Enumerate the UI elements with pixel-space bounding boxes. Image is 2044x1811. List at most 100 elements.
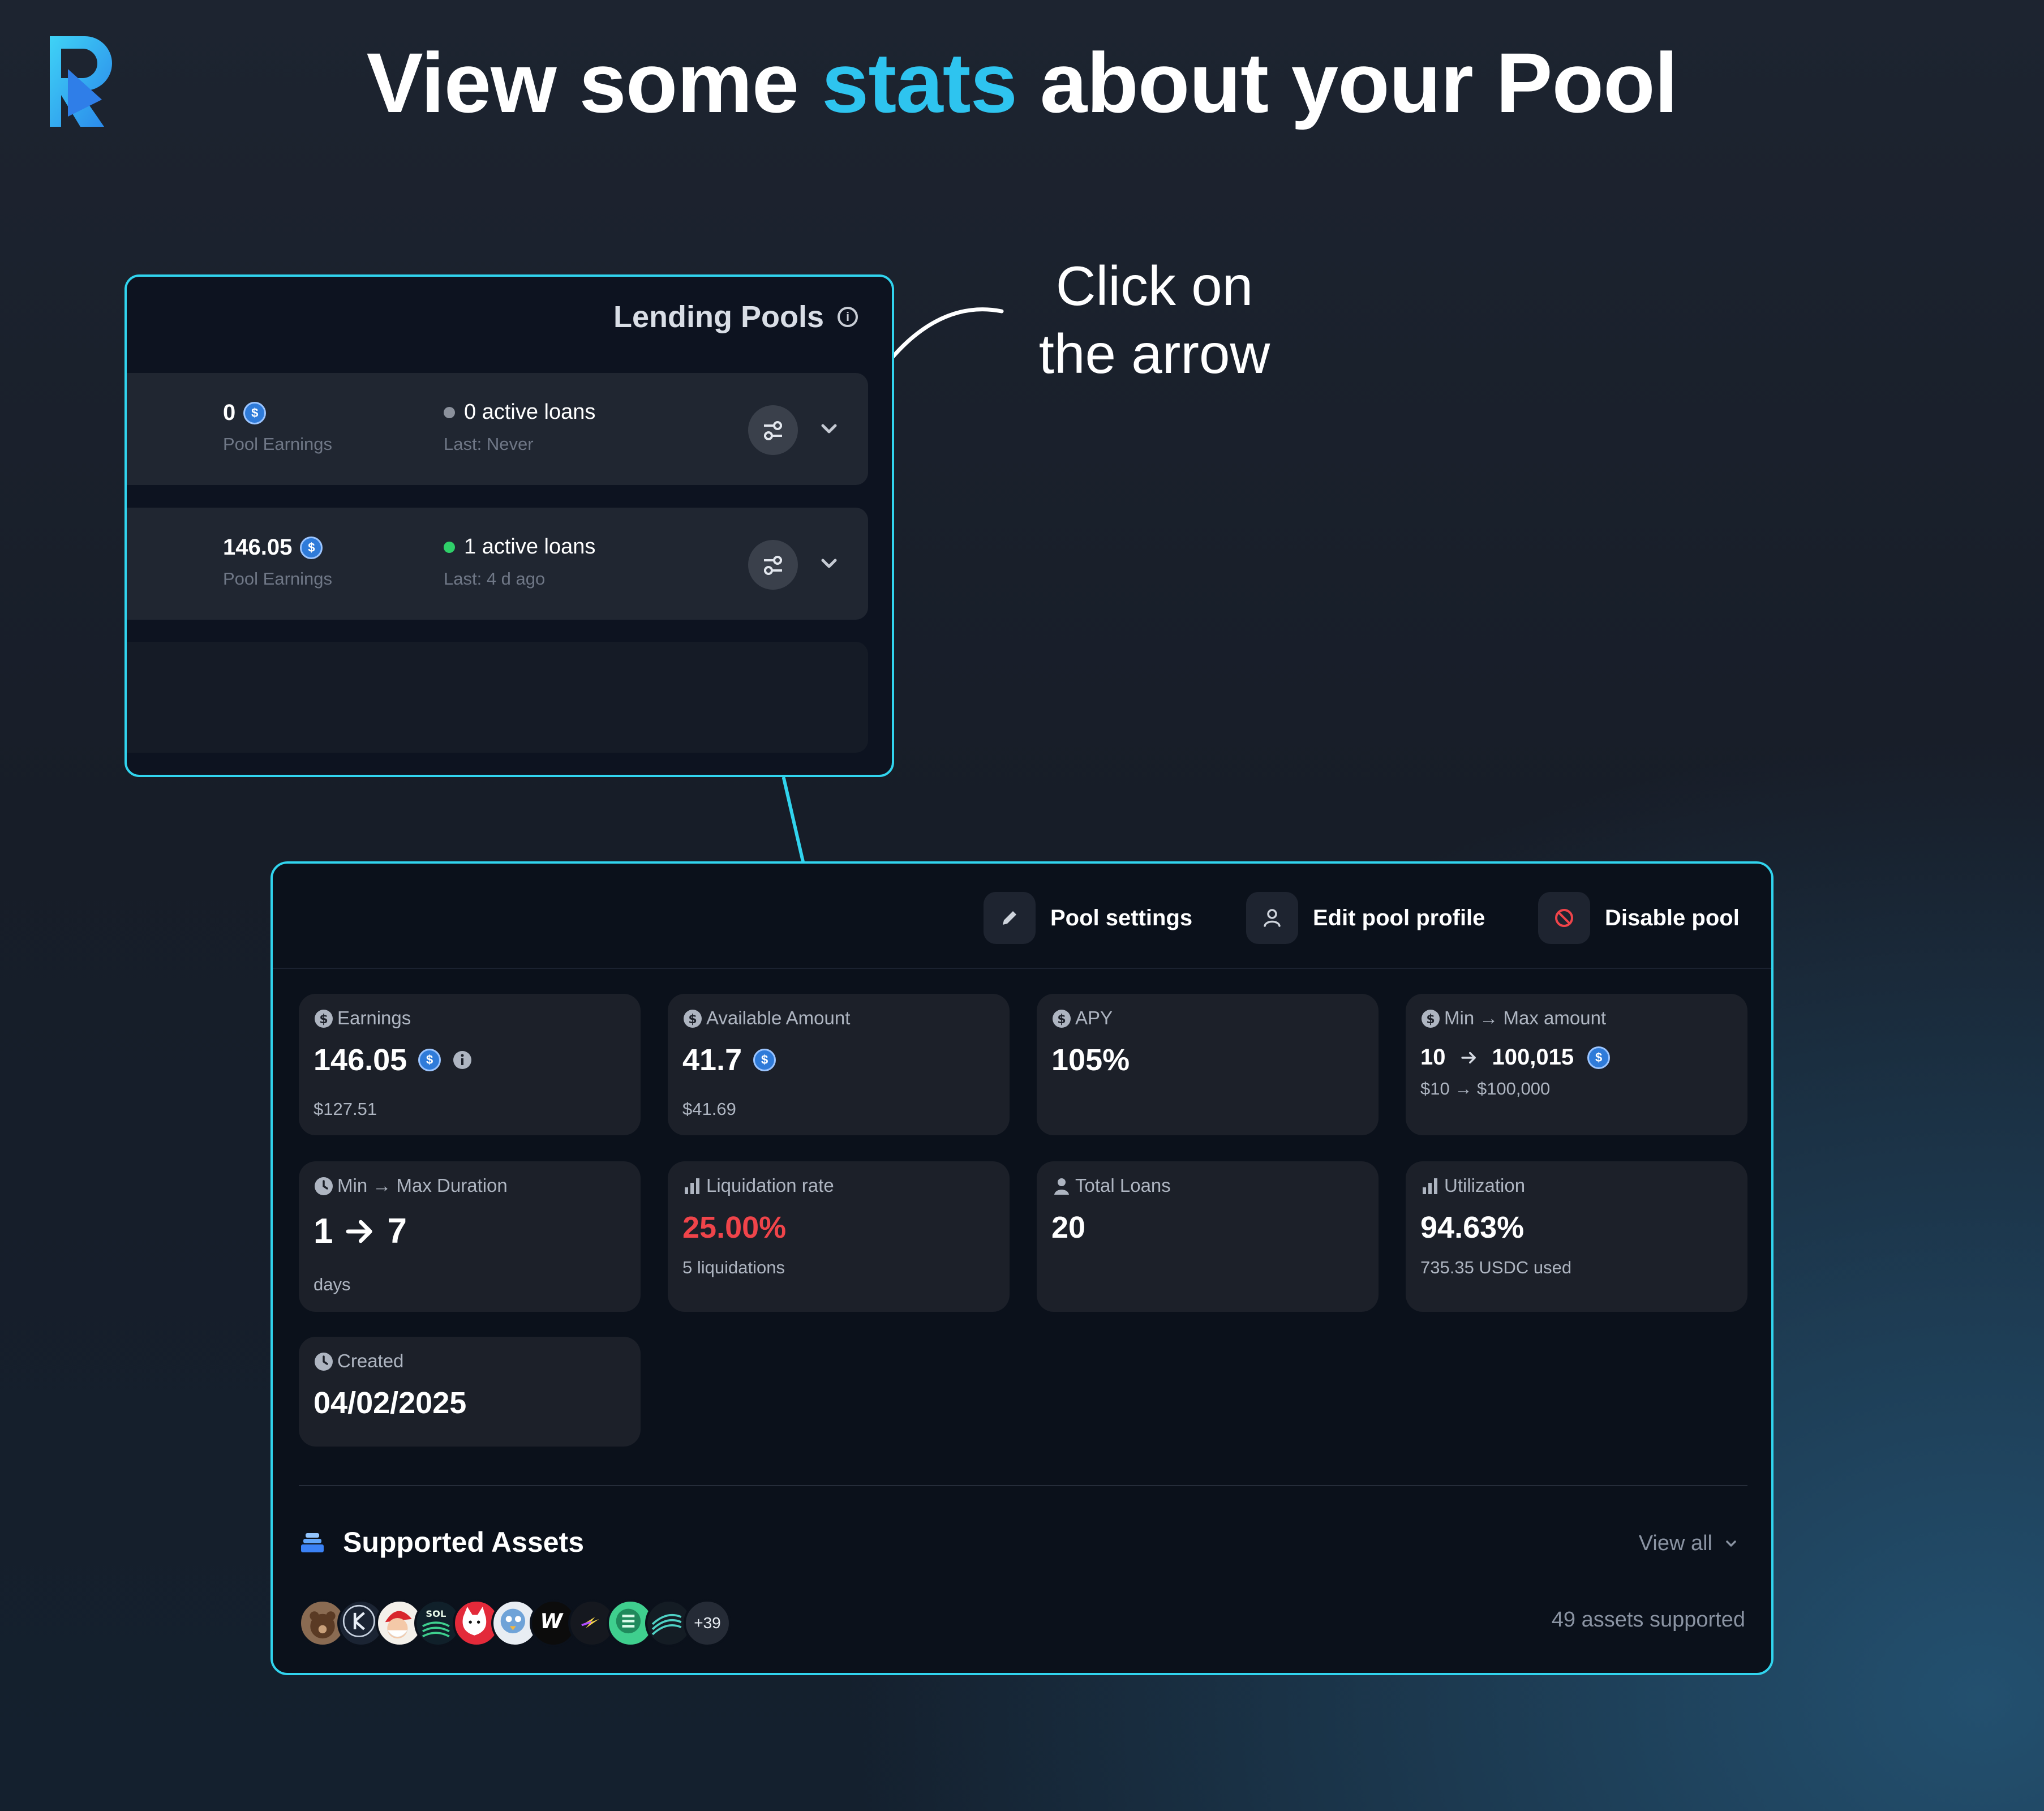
stat-label: APY [1075, 1007, 1113, 1028]
stat-label: Available Amount [706, 1007, 851, 1028]
chevron-down-icon [1726, 1540, 1736, 1547]
divider [299, 1485, 1747, 1486]
stat-card-created: Created 04/02/2025 [299, 1337, 641, 1447]
stat-subvalue: days [314, 1274, 351, 1294]
stack-icon [301, 1533, 324, 1552]
pool-filter-button[interactable] [748, 405, 798, 455]
active-loans-value: 1 active loans [464, 535, 596, 559]
pool-detail-panel: Pool settings Edit pool profile Disable … [270, 861, 1774, 1675]
pool-actions-toolbar: Pool settings Edit pool profile Disable … [273, 864, 1771, 969]
disable-pool-button[interactable]: Disable pool [1538, 891, 1740, 945]
svg-text:$: $ [319, 1012, 328, 1027]
user-icon [1054, 1178, 1069, 1195]
usdc-icon: $ [243, 401, 267, 424]
stat-label: Total Loans [1075, 1175, 1171, 1196]
stat-min-value: 10 [1420, 1045, 1446, 1070]
stat-card-apy: $ APY 105% [1037, 994, 1379, 1135]
stat-min-value: 1 [314, 1212, 333, 1251]
last-loan-label: Last: Never [444, 434, 534, 454]
stat-max-value: 7 [387, 1212, 407, 1251]
stat-label: Min → Max Duration [337, 1175, 508, 1196]
arrow-right-icon [346, 1220, 373, 1243]
pool-row[interactable]: 146.05 $ Pool Earnings 1 active loans La… [127, 508, 868, 620]
pool-earnings-value: 0 [223, 400, 236, 425]
stat-subvalue: 735.35 USDC used [1420, 1258, 1572, 1277]
stat-card-utilization: Utilization 94.63% 735.35 USDC used [1406, 1161, 1747, 1312]
stat-card-liquidation-rate: Liquidation rate 25.00% 5 liquidations [668, 1161, 1010, 1312]
arrow-right-icon [1461, 1052, 1476, 1063]
user-icon [1264, 909, 1281, 927]
dollar-icon: $ [1053, 1010, 1071, 1028]
stat-value: 94.63% [1420, 1211, 1525, 1244]
sliders-icon [764, 421, 782, 440]
headline-highlight: stats [821, 35, 1017, 130]
usdc-icon: $ [1587, 1046, 1611, 1069]
stat-value: 04/02/2025 [314, 1386, 467, 1420]
pool-earnings-value: 146.05 [223, 535, 293, 560]
dollar-icon: $ [684, 1010, 702, 1028]
svg-text:$: $ [688, 1012, 697, 1027]
sliders-icon [764, 556, 782, 575]
disable-pool-label: Disable pool [1605, 905, 1740, 930]
callout-text: Click on the arrow [1038, 255, 1270, 385]
stat-label: Created [337, 1350, 404, 1371]
pool-row-placeholder [127, 642, 868, 753]
edit-pool-profile-button[interactable]: Edit pool profile [1246, 891, 1485, 945]
stat-label: Min → Max amount [1444, 1007, 1607, 1028]
usdc-icon: $ [753, 1049, 776, 1071]
clock-icon [315, 1353, 333, 1371]
dollar-icon: $ [315, 1010, 333, 1028]
stat-label: Liquidation rate [706, 1175, 834, 1196]
page-headline: View some stats about your Pool [366, 35, 1678, 130]
stat-subvalue: $10 → $100,000 [1420, 1079, 1551, 1098]
pool-earnings-label: Pool Earnings [223, 569, 333, 589]
stat-subvalue: 5 liquidations [682, 1258, 785, 1277]
active-loans-value: 0 active loans [464, 400, 596, 424]
stat-subvalue: $127.51 [314, 1099, 377, 1119]
stat-card-available-amount: $ Available Amount 41.7 $ $41.69 [668, 994, 1010, 1135]
more-assets-badge[interactable]: +39 [684, 1599, 731, 1647]
svg-text:$: $ [1426, 1012, 1435, 1027]
dollar-icon: $ [1422, 1010, 1440, 1028]
stat-value: 25.00% [682, 1211, 787, 1244]
last-loan-label: Last: 4 d ago [444, 569, 546, 589]
clock-icon [315, 1177, 333, 1195]
stat-subvalue: $41.69 [682, 1099, 736, 1119]
pool-settings-button[interactable]: Pool settings [984, 891, 1192, 945]
info-icon[interactable] [452, 1050, 473, 1070]
svg-text:$: $ [1057, 1012, 1066, 1027]
assets-count: 49 assets supported [1551, 1608, 1745, 1632]
lending-pools-panel: Lending Pools i 0 $ Pool Earnings 0 acti… [124, 274, 894, 777]
status-dot [444, 406, 455, 418]
pencil-icon [1003, 911, 1016, 925]
stat-card-earnings: $ Earnings 146.05 $ $127.51 [299, 994, 641, 1135]
stat-card-duration: Min → Max Duration 1 7 days [299, 1161, 641, 1312]
svg-text:W: W [540, 1609, 564, 1633]
chevron-down-icon[interactable] [815, 550, 843, 578]
view-all-link[interactable]: View all [1639, 1531, 1740, 1556]
chevron-down-icon[interactable] [815, 415, 843, 443]
edit-pool-profile-label: Edit pool profile [1313, 905, 1485, 930]
stat-label: Utilization [1444, 1175, 1526, 1196]
usdc-icon: $ [300, 536, 323, 559]
svg-text:SOL: SOL [426, 1608, 446, 1619]
stat-value: 41.7 [682, 1043, 742, 1077]
stat-value: 105% [1051, 1043, 1130, 1077]
asset-icons: SOL W +39 [299, 1599, 808, 1647]
bar-chart-icon [1423, 1178, 1437, 1194]
usdc-icon: $ [418, 1049, 441, 1071]
pool-row[interactable]: 0 $ Pool Earnings 0 active loans Last: N… [127, 373, 868, 485]
pool-settings-label: Pool settings [1050, 905, 1193, 930]
pool-filter-button[interactable] [748, 540, 798, 590]
stat-value: 20 [1051, 1211, 1086, 1244]
stat-card-min-max-amount: $ Min → Max amount 10 100,015 $ $10 → $1… [1406, 994, 1747, 1135]
pool-earnings-label: Pool Earnings [223, 434, 333, 454]
lending-pools-title: Lending Pools i [613, 299, 858, 334]
stat-card-total-loans: Total Loans 20 [1037, 1161, 1379, 1312]
stat-value: 146.05 [314, 1043, 407, 1077]
ban-icon [1555, 909, 1573, 927]
status-dot [444, 541, 455, 553]
supported-assets-title: Supported Assets [299, 1526, 584, 1559]
bar-chart-icon [685, 1178, 699, 1194]
info-icon[interactable]: i [838, 307, 858, 327]
